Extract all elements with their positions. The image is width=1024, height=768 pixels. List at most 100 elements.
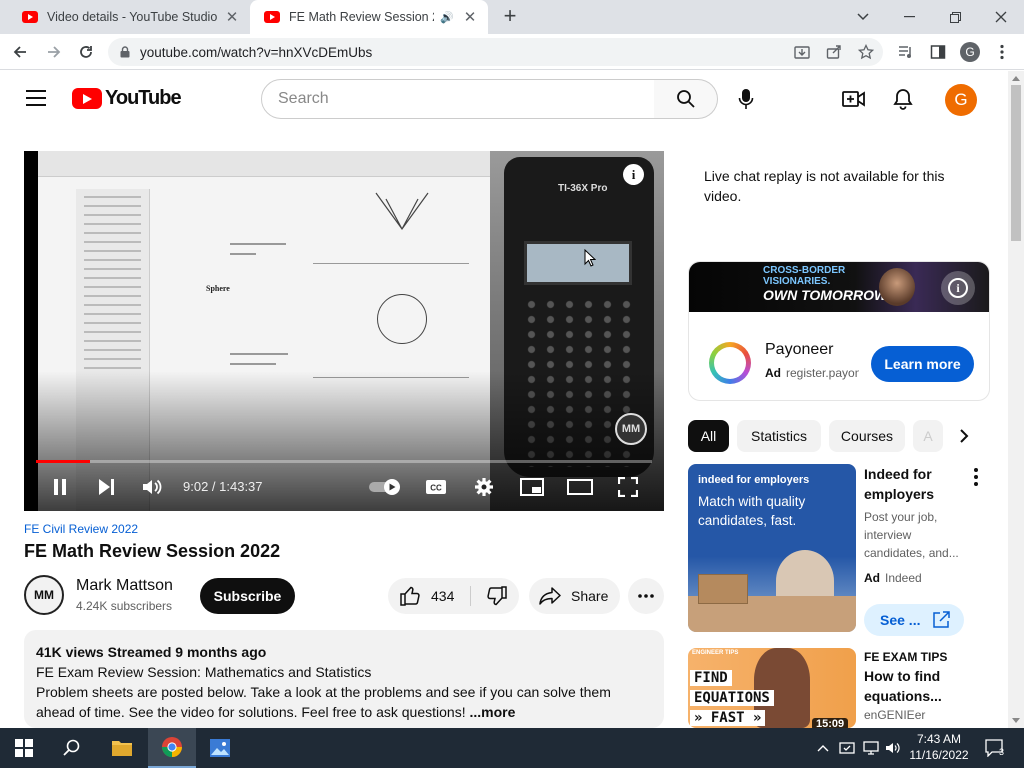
- captions-button[interactable]: CC: [422, 473, 450, 501]
- autoplay-toggle[interactable]: [368, 473, 404, 501]
- share-button[interactable]: Share: [529, 578, 620, 614]
- share-page-icon[interactable]: [823, 41, 845, 63]
- menu-icon[interactable]: [26, 90, 46, 106]
- volume-button[interactable]: [139, 473, 167, 501]
- chip-partial[interactable]: A: [913, 420, 943, 452]
- lock-icon: [120, 46, 130, 58]
- ad-info-button[interactable]: i: [941, 271, 975, 305]
- security-icon[interactable]: [838, 739, 856, 757]
- forward-arrow-icon[interactable]: [42, 40, 66, 64]
- video-player[interactable]: Sphere TI-36X Pro i MM 9:02 / 1:43:37 CC: [24, 151, 664, 511]
- gear-icon: [475, 478, 493, 496]
- channel-avatar[interactable]: MM: [24, 575, 64, 615]
- start-button[interactable]: [0, 728, 48, 768]
- account-avatar[interactable]: G: [945, 84, 977, 116]
- rec-title[interactable]: Indeed for employers: [864, 464, 974, 504]
- ad-card[interactable]: CROSS-BORDER VISIONARIES. OWN TOMORROW. i…: [688, 261, 990, 401]
- live-chat-replay-note: Live chat replay is not available for th…: [704, 168, 945, 204]
- bookmark-star-icon[interactable]: [855, 41, 877, 63]
- folder-icon: [112, 741, 132, 756]
- chip-courses[interactable]: Courses: [829, 420, 905, 452]
- like-button[interactable]: 434: [388, 578, 469, 614]
- search-input[interactable]: Search: [261, 79, 655, 119]
- scroll-up-arrow-icon[interactable]: [1012, 76, 1020, 81]
- fullscreen-button[interactable]: [614, 473, 642, 501]
- photos-taskbar-button[interactable]: [196, 728, 244, 768]
- video-thumbnail[interactable]: ENGINEER TIPS FIND EQUATIONS » FAST » 15…: [688, 648, 856, 728]
- description-line: Problem sheets are posted below. Take a …: [36, 684, 611, 700]
- recommendation-ad[interactable]: indeed for employers Match with quality …: [688, 464, 1008, 636]
- browser-menu-icon[interactable]: [991, 41, 1013, 63]
- settings-button[interactable]: [470, 473, 498, 501]
- miniplayer-icon: [520, 478, 544, 496]
- minimize-button[interactable]: [886, 0, 932, 34]
- autoplay-icon: [369, 479, 400, 495]
- tab-search-icon[interactable]: [840, 0, 886, 34]
- url-text: youtube.com/watch?v=hnXVcDEmUbs: [140, 44, 373, 60]
- rec-channel[interactable]: enGENIEer: [864, 706, 964, 724]
- player-controls: 9:02 / 1:43:37 CC: [24, 469, 664, 505]
- recommendation-video[interactable]: ENGINEER TIPS FIND EQUATIONS » FAST » 15…: [688, 648, 1008, 728]
- next-button[interactable]: [92, 473, 120, 501]
- see-more-button[interactable]: See ...: [864, 604, 964, 636]
- rec-title[interactable]: How to find equations...: [864, 666, 974, 706]
- channel-name[interactable]: Mark Mattson: [76, 577, 173, 595]
- file-explorer-button[interactable]: [98, 728, 146, 768]
- side-panel-icon[interactable]: [927, 41, 949, 63]
- scrollbar-thumb[interactable]: [1011, 85, 1021, 241]
- ad-banner[interactable]: CROSS-BORDER VISIONARIES. OWN TOMORROW. i: [689, 262, 989, 312]
- voice-search-button[interactable]: [726, 79, 766, 119]
- notification-center-icon[interactable]: 3: [984, 739, 1006, 757]
- channel-watermark[interactable]: MM: [615, 413, 647, 445]
- notifications-button[interactable]: [889, 85, 917, 113]
- taskbar-clock[interactable]: 7:43 AM 11/16/2022: [906, 731, 972, 763]
- page-scrollbar[interactable]: [1008, 71, 1024, 728]
- browser-toolbar: youtube.com/watch?v=hnXVcDEmUbs G: [0, 34, 1024, 70]
- address-bar[interactable]: youtube.com/watch?v=hnXVcDEmUbs: [108, 38, 883, 66]
- tab-youtube-studio[interactable]: Video details - YouTube Studio ✕: [8, 0, 250, 34]
- back-arrow-icon[interactable]: [8, 40, 32, 64]
- create-video-button[interactable]: [840, 85, 868, 113]
- progress-fill: [36, 460, 90, 463]
- video-info-icon[interactable]: i: [623, 164, 644, 185]
- install-app-icon[interactable]: [791, 41, 813, 63]
- close-window-button[interactable]: [978, 0, 1024, 34]
- new-tab-button[interactable]: +: [498, 5, 522, 29]
- scroll-down-arrow-icon[interactable]: [1012, 718, 1020, 723]
- dislike-button[interactable]: [476, 578, 516, 614]
- chip-all[interactable]: All: [688, 420, 729, 452]
- search-icon: [676, 90, 695, 108]
- show-more-link[interactable]: ...more: [469, 704, 515, 720]
- chip-statistics[interactable]: Statistics: [737, 420, 821, 452]
- search-button[interactable]: [654, 79, 718, 119]
- show-hidden-icons-icon[interactable]: [814, 739, 832, 757]
- more-options-icon[interactable]: [974, 468, 978, 489]
- tab-fe-math-review[interactable]: FE Math Review Session 2022 🔊 ✕: [250, 0, 488, 34]
- more-actions-button[interactable]: [628, 578, 664, 614]
- subscribe-button[interactable]: Subscribe: [200, 578, 295, 614]
- youtube-play-logo-icon: [72, 88, 102, 109]
- close-tab-icon[interactable]: ✕: [462, 9, 478, 26]
- media-control-icon[interactable]: [895, 41, 917, 63]
- youtube-logo[interactable]: YouTube: [72, 87, 182, 110]
- pause-button[interactable]: [46, 473, 74, 501]
- theater-mode-button[interactable]: [566, 473, 594, 501]
- chevron-right-icon[interactable]: [954, 426, 974, 446]
- chrome-taskbar-button[interactable]: [148, 728, 196, 768]
- audio-playing-icon[interactable]: 🔊: [440, 11, 454, 24]
- speaker-icon[interactable]: [884, 739, 902, 757]
- reload-icon[interactable]: [74, 40, 98, 64]
- description-box[interactable]: 41K views Streamed 9 months ago FE Exam …: [24, 630, 664, 728]
- video-progress-bar[interactable]: [36, 460, 652, 463]
- clock-time: 7:43 AM: [916, 732, 962, 746]
- taskbar-search-button[interactable]: [48, 728, 96, 768]
- profile-avatar[interactable]: G: [959, 41, 981, 63]
- svg-text:CC: CC: [430, 484, 442, 493]
- miniplayer-button[interactable]: [518, 473, 546, 501]
- ad-thumbnail[interactable]: indeed for employers Match with quality …: [688, 464, 856, 632]
- network-icon[interactable]: [862, 739, 880, 757]
- playlist-link[interactable]: FE Civil Review 2022: [24, 522, 138, 536]
- learn-more-button[interactable]: Learn more: [871, 346, 974, 382]
- close-tab-icon[interactable]: ✕: [224, 9, 240, 26]
- restore-button[interactable]: [932, 0, 978, 34]
